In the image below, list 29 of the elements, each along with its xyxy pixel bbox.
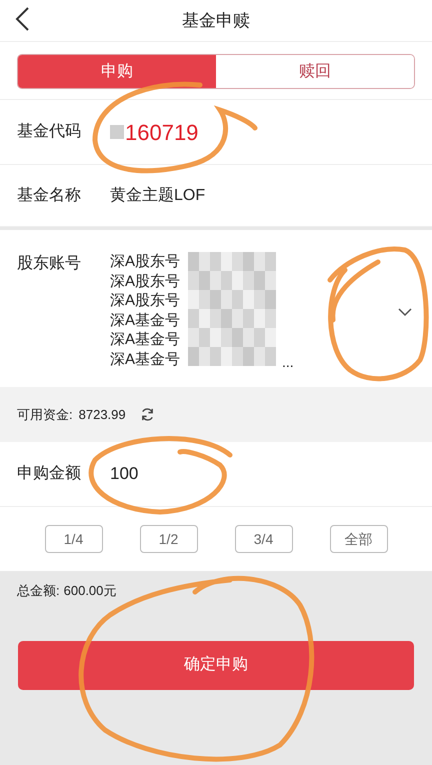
- back-icon[interactable]: [14, 6, 30, 32]
- field-label: 申购金额: [17, 464, 82, 484]
- total-label: 总金额:: [17, 582, 60, 600]
- account-option[interactable]: 深A股东号: [110, 252, 180, 272]
- field-label: 基金代码: [17, 122, 82, 142]
- chevron-down-icon[interactable]: [398, 308, 412, 317]
- field-label: 基金名称: [17, 186, 82, 206]
- account-option[interactable]: 深A基金号: [110, 330, 180, 350]
- ratio-button[interactable]: 1/4: [44, 525, 102, 553]
- redaction-drawing: [110, 125, 124, 139]
- page-title: 基金申赎: [182, 10, 250, 32]
- confirm-button[interactable]: 确定申购: [18, 640, 414, 690]
- account-option[interactable]: 深A基金号: [110, 310, 180, 330]
- account-option[interactable]: 深A股东号: [110, 291, 180, 310]
- ratio-button[interactable]: 1/2: [140, 525, 198, 553]
- tab[interactable]: 申购: [18, 55, 216, 88]
- ratio-button[interactable]: 3/4: [234, 525, 292, 553]
- account-option[interactable]: 深A股东号: [110, 272, 180, 291]
- fund-code: 160719: [125, 118, 198, 146]
- field-label: 股东账号: [17, 254, 82, 274]
- available-funds-label: 可用资金:: [17, 406, 73, 424]
- available-funds-value: 8723.99: [78, 406, 126, 424]
- account-option[interactable]: 深A基金号: [110, 350, 180, 369]
- amount-input-field[interactable]: 100: [110, 461, 310, 487]
- fund-name: 黄金主题LOF: [110, 186, 206, 206]
- ratio-button[interactable]: 全部: [330, 525, 388, 553]
- ellipsis-text: ...: [282, 353, 294, 372]
- refresh-icon[interactable]: [140, 407, 155, 422]
- total-value: 600.00元: [64, 582, 116, 600]
